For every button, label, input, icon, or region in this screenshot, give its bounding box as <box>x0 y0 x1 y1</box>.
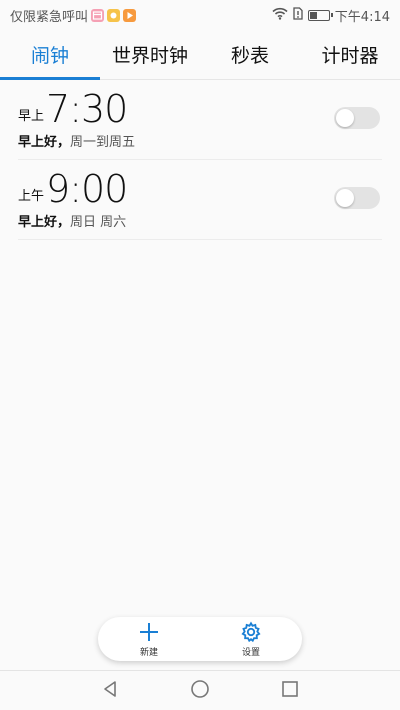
alarm-item[interactable]: 早上 7:30 早上好，周一到周五 <box>18 80 382 160</box>
plus-icon <box>138 620 160 644</box>
alarm-separator: ， <box>57 215 71 230</box>
alarm-separator: ， <box>57 135 71 150</box>
status-clock: 下午4:14 <box>334 9 390 25</box>
alarm-toggle[interactable] <box>334 107 380 129</box>
alarm-time-row: 上午 9:00 <box>18 167 128 211</box>
gear-icon <box>240 620 262 644</box>
tab-timer[interactable]: 计时器 <box>300 30 400 79</box>
calendar-icon <box>91 8 105 22</box>
status-left: 仅限紧急呼叫 <box>10 6 137 25</box>
settings-label: 设置 <box>241 648 260 658</box>
alarm-item[interactable]: 上午 9:00 早上好，周日 周六 <box>18 160 382 240</box>
alarm-subtitle: 早上好，周一到周五 <box>18 131 135 150</box>
status-bar: 仅限紧急呼叫 下午4:14 <box>0 0 400 30</box>
action-bar: 新建 设置 <box>98 617 302 661</box>
alarm-toggle[interactable] <box>334 187 380 209</box>
new-alarm-label: 新建 <box>139 648 158 658</box>
alarm-repeat: 周一到周五 <box>70 135 136 150</box>
wifi-icon <box>272 7 288 24</box>
alarm-label: 早上好 <box>18 215 58 230</box>
carrier-text: 仅限紧急呼叫 <box>10 9 89 25</box>
toggle-knob <box>336 189 354 207</box>
alarm-time: 7:30 <box>46 87 128 131</box>
app-icon <box>107 8 121 22</box>
home-icon[interactable] <box>190 679 210 703</box>
tab-stopwatch[interactable]: 秒表 <box>200 30 300 79</box>
recents-icon[interactable] <box>280 679 300 703</box>
alarm-period: 上午 <box>18 189 45 204</box>
alarm-list: 早上 7:30 早上好，周一到周五 上午 9:00 早上好，周日 周六 <box>18 80 382 240</box>
alarm-repeat: 周日 周六 <box>70 215 127 230</box>
toggle-knob <box>336 109 354 127</box>
tab-bar: 闹钟 世界时钟 秒表 计时器 <box>0 30 400 80</box>
alarm-time: 9:00 <box>46 167 128 211</box>
battery-icon <box>307 9 333 21</box>
alarm-subtitle: 早上好，周日 周六 <box>18 211 126 230</box>
status-right: 下午4:14 <box>272 6 390 25</box>
settings-button[interactable]: 设置 <box>216 620 286 658</box>
tab-alarm[interactable]: 闹钟 <box>0 30 100 80</box>
system-nav-bar <box>0 670 400 710</box>
video-icon <box>123 8 137 22</box>
tab-world-clock[interactable]: 世界时钟 <box>100 30 200 79</box>
back-icon[interactable] <box>100 679 120 703</box>
alarm-period: 早上 <box>18 109 45 124</box>
alarm-time-row: 早上 7:30 <box>18 87 128 131</box>
sim-alert-icon <box>293 6 303 24</box>
alarm-label: 早上好 <box>18 135 58 150</box>
new-alarm-button[interactable]: 新建 <box>114 620 184 658</box>
